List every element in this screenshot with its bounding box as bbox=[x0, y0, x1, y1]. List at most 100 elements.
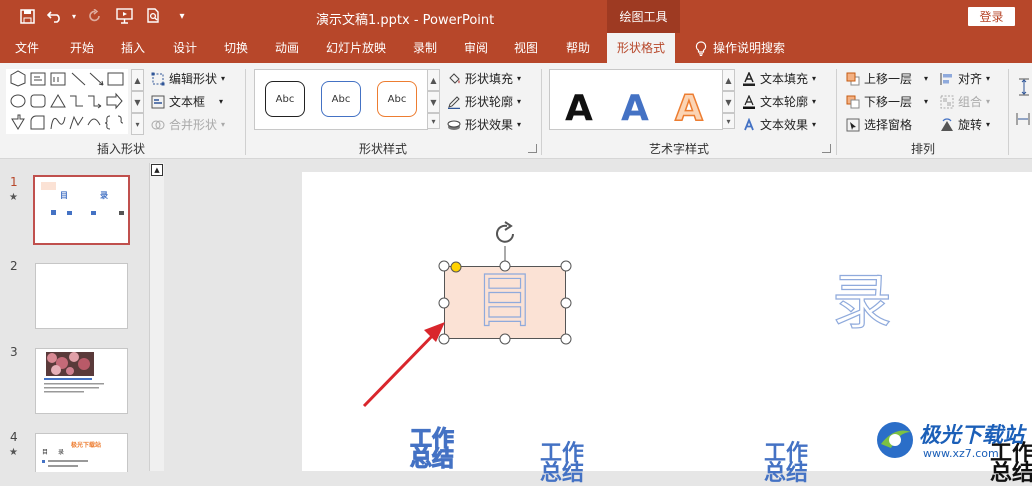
merge-shapes-icon bbox=[151, 120, 165, 129]
selected-shape[interactable]: 目 bbox=[444, 265, 566, 339]
tab-view[interactable]: 视图 bbox=[514, 33, 538, 63]
size-width-icon[interactable] bbox=[1016, 111, 1030, 127]
thumb-line bbox=[48, 465, 78, 467]
thumb-mark bbox=[51, 210, 56, 215]
text-outline-button[interactable]: 文本轮廓 ▾ bbox=[742, 93, 816, 110]
text-box-button[interactable]: 文本框 ▾ bbox=[151, 93, 223, 110]
shape-style-thumb[interactable]: Abc bbox=[265, 81, 305, 117]
wordart-styles-group-label: 艺术字样式 bbox=[649, 142, 710, 156]
thumb-photo bbox=[44, 352, 104, 393]
tab-insert[interactable]: 插入 bbox=[121, 33, 145, 63]
shape-style-thumb[interactable]: Abc bbox=[321, 81, 361, 117]
shape-outline-label: 形状轮廓 bbox=[465, 95, 514, 109]
shapes-gallery-more-button[interactable]: ▾ bbox=[131, 113, 144, 135]
thumb-text: 录 bbox=[58, 449, 65, 456]
tab-transitions[interactable]: 切换 bbox=[224, 33, 248, 63]
rotate-button[interactable]: 旋转 ▾ bbox=[940, 116, 990, 133]
align-button[interactable]: 对齐 ▾ bbox=[940, 70, 990, 87]
tell-me-label: 操作说明搜索 bbox=[713, 41, 786, 55]
send-backward-icon bbox=[846, 95, 860, 108]
thumbnail-scrollbar[interactable]: ▲ bbox=[149, 163, 164, 471]
slide-thumbnail-4[interactable]: 极光下载站 目 录 bbox=[35, 433, 128, 472]
text-effects-button[interactable]: 文本效果 ▾ bbox=[742, 116, 816, 133]
scroll-up-arrow-icon[interactable]: ▲ bbox=[151, 164, 163, 176]
shape-styles-dialog-launcher[interactable] bbox=[528, 144, 537, 153]
shapes-gallery-down-button[interactable]: ▼ bbox=[131, 91, 144, 113]
selected-shape-text[interactable]: 目 bbox=[445, 265, 565, 338]
shape-outline-button[interactable]: 形状轮廓 ▾ bbox=[447, 93, 521, 110]
slide-item-text[interactable]: 工作 总结 bbox=[764, 443, 808, 485]
login-button[interactable]: 登录 bbox=[968, 7, 1015, 26]
tell-me-search[interactable]: 操作说明搜索 bbox=[695, 33, 785, 63]
wordart-styles-gallery[interactable]: A A A bbox=[549, 69, 723, 130]
thumb-line bbox=[48, 460, 88, 462]
tab-slideshow[interactable]: 幻灯片放映 bbox=[326, 33, 386, 63]
group-separator bbox=[245, 69, 246, 155]
chevron-down-icon: ▾ bbox=[924, 97, 929, 106]
pen-outline-icon bbox=[448, 95, 460, 109]
slide-number: 2 bbox=[10, 259, 18, 273]
wordart-more-button[interactable]: ▾ bbox=[722, 113, 735, 129]
tab-shape-format[interactable]: 形状格式 bbox=[607, 33, 676, 64]
thumb-header-text: 极光下载站 bbox=[71, 442, 102, 449]
wordart-down-button[interactable]: ▼ bbox=[722, 91, 735, 113]
slide-item-text[interactable]: 工作 总结 bbox=[409, 428, 454, 471]
customize-qat-icon[interactable]: ▾ bbox=[172, 6, 192, 26]
shape-fill-button[interactable]: 形状填充 ▾ bbox=[447, 70, 521, 87]
text-box-icon bbox=[151, 95, 165, 108]
undo-icon[interactable] bbox=[45, 6, 65, 26]
present-from-beginning-icon[interactable] bbox=[114, 6, 134, 26]
send-backward-button[interactable]: 下移一层 ▾ bbox=[846, 93, 928, 110]
edit-shape-label: 编辑形状 bbox=[169, 72, 218, 86]
wordart-up-button[interactable]: ▲ bbox=[722, 69, 735, 91]
wordart-sample-blue[interactable]: A bbox=[621, 88, 649, 129]
shape-styles-up-button[interactable]: ▲ bbox=[427, 69, 440, 91]
slide-item-text[interactable]: 工作 总结 bbox=[540, 443, 584, 485]
group-separator bbox=[1008, 69, 1009, 155]
shapes-gallery[interactable] bbox=[6, 69, 128, 134]
slide-right-text[interactable]: 录 bbox=[831, 267, 892, 338]
group-button: 组合 ▾ bbox=[940, 93, 990, 110]
chevron-down-icon: ▾ bbox=[517, 74, 522, 83]
thumb-text: 录 bbox=[100, 191, 108, 200]
shapes-gallery-icons bbox=[10, 70, 124, 130]
tab-design[interactable]: 设计 bbox=[173, 33, 197, 63]
thumb-mark bbox=[119, 211, 124, 215]
tab-home[interactable]: 开始 bbox=[70, 33, 94, 63]
wordart-dialog-launcher[interactable] bbox=[822, 144, 831, 153]
slide-thumbnail-3[interactable] bbox=[35, 348, 128, 414]
undo-dropdown-icon[interactable]: ▾ bbox=[64, 6, 84, 26]
slide-thumbnail-1[interactable]: 目 录 bbox=[33, 175, 130, 245]
selection-pane-icon bbox=[846, 118, 860, 131]
chevron-down-icon: ▾ bbox=[221, 120, 226, 129]
tab-help[interactable]: 帮助 bbox=[566, 33, 590, 63]
shapes-gallery-up-button[interactable]: ▲ bbox=[131, 69, 144, 91]
selection-pane-button[interactable]: 选择窗格 bbox=[846, 116, 912, 133]
tab-review[interactable]: 审阅 bbox=[464, 33, 488, 63]
wordart-sample-black[interactable]: A bbox=[565, 88, 593, 129]
tab-animations[interactable]: 动画 bbox=[275, 33, 299, 63]
tab-record[interactable]: 录制 bbox=[413, 33, 437, 63]
size-height-icon[interactable] bbox=[1016, 77, 1030, 97]
group-separator bbox=[541, 69, 542, 155]
send-backward-label: 下移一层 bbox=[864, 95, 913, 109]
print-preview-icon[interactable] bbox=[143, 6, 163, 26]
merge-shapes-button: 合并形状 ▾ bbox=[151, 116, 225, 133]
edit-shape-button[interactable]: 编辑形状 ▾ bbox=[151, 70, 225, 87]
slide-thumbnail-2[interactable] bbox=[35, 263, 128, 329]
bring-forward-button[interactable]: 上移一层 ▾ bbox=[846, 70, 928, 87]
wordart-sample-orange[interactable]: A bbox=[674, 87, 703, 130]
shape-styles-more-button[interactable]: ▾ bbox=[427, 113, 440, 129]
shape-style-thumb[interactable]: Abc bbox=[377, 81, 417, 117]
shape-effects-button[interactable]: 形状效果 ▾ bbox=[447, 116, 521, 133]
shape-styles-down-button[interactable]: ▼ bbox=[427, 91, 440, 113]
align-label: 对齐 bbox=[958, 72, 983, 86]
text-fill-button[interactable]: 文本填充 ▾ bbox=[742, 70, 816, 87]
chevron-down-icon: ▾ bbox=[517, 120, 522, 129]
thumb-mark bbox=[91, 211, 96, 215]
shape-styles-gallery[interactable]: Abc Abc Abc bbox=[254, 69, 428, 130]
document-title: 演示文稿1.pptx - PowerPoint bbox=[316, 13, 495, 28]
save-icon[interactable] bbox=[17, 6, 37, 26]
tab-file[interactable]: 文件 bbox=[15, 33, 39, 63]
bring-forward-icon bbox=[846, 72, 860, 85]
